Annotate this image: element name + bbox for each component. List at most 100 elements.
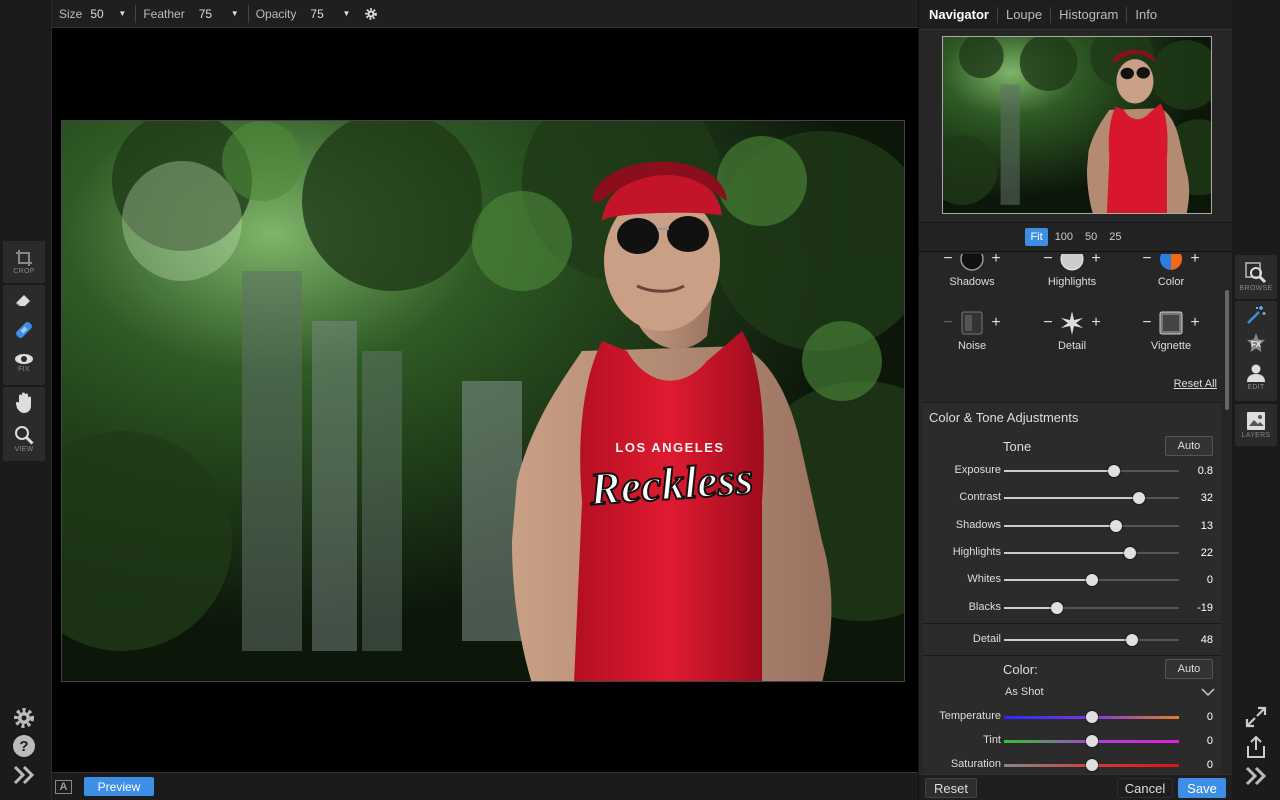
eye-tool-button[interactable]: FIX bbox=[3, 345, 45, 381]
preset-color[interactable]: − + Color bbox=[1126, 254, 1216, 288]
hand-tool-button[interactable] bbox=[3, 387, 45, 419]
collapse-right-button[interactable] bbox=[1235, 763, 1277, 789]
color-tone-section: Color & Tone Adjustments Tone Auto Expos… bbox=[923, 402, 1221, 774]
reset-button[interactable]: Reset bbox=[925, 778, 977, 798]
size-dropdown[interactable]: 50 ▼ bbox=[90, 7, 126, 21]
section-title: Color & Tone Adjustments bbox=[929, 410, 1079, 425]
expand-left-button[interactable] bbox=[3, 762, 45, 788]
plus-icon[interactable]: + bbox=[988, 254, 1004, 268]
fx-button[interactable]: FX bbox=[1235, 329, 1277, 357]
plus-icon[interactable]: + bbox=[1088, 314, 1104, 332]
right-tool-strip: BROWSE FX EDIT LAYERS bbox=[1232, 0, 1280, 800]
slider-label: Tint bbox=[983, 734, 1001, 746]
plus-icon[interactable]: + bbox=[1187, 254, 1203, 268]
adjust-button[interactable] bbox=[1235, 301, 1277, 329]
preset-detail[interactable]: − + Detail bbox=[1027, 308, 1117, 352]
blacks-slider-track[interactable] bbox=[1004, 601, 1179, 614]
preset-highlights[interactable]: − + Highlights bbox=[1027, 254, 1117, 288]
size-value: 50 bbox=[90, 6, 104, 21]
cancel-button[interactable]: Cancel bbox=[1117, 778, 1173, 798]
minus-icon[interactable]: − bbox=[1040, 254, 1056, 268]
view-tool-label: VIEW bbox=[14, 446, 34, 453]
plus-icon[interactable]: + bbox=[988, 314, 1004, 332]
whites-slider-track[interactable] bbox=[1004, 574, 1179, 587]
tab-info[interactable]: Info bbox=[1127, 7, 1165, 22]
brush-settings-button[interactable] bbox=[364, 7, 378, 21]
left-tool-strip: CROP FIX VIEW ? bbox=[0, 0, 52, 800]
toolbar-divider bbox=[247, 4, 249, 23]
temperature-slider-track[interactable] bbox=[1004, 711, 1179, 723]
color-heading: Color: bbox=[1003, 662, 1038, 677]
slider-row-highlights: Highlights 22 bbox=[923, 543, 1221, 563]
share-button[interactable] bbox=[1235, 734, 1277, 760]
slider-value: 0 bbox=[1206, 711, 1213, 723]
shadows-slider-track[interactable] bbox=[1004, 519, 1179, 532]
navigator-thumbnail[interactable] bbox=[942, 36, 1212, 214]
tone-auto-button[interactable]: Auto bbox=[1165, 436, 1213, 456]
contrast-slider-track[interactable] bbox=[1004, 492, 1179, 505]
slider-knob[interactable] bbox=[1085, 711, 1098, 723]
magnifier-icon bbox=[15, 426, 34, 445]
minus-icon[interactable]: − bbox=[940, 254, 956, 268]
exposure-slider-track[interactable] bbox=[1004, 465, 1179, 477]
zoom-100-button[interactable]: 100 bbox=[1050, 228, 1078, 246]
crop-tool-button[interactable]: CROP bbox=[3, 241, 45, 283]
plus-icon[interactable]: + bbox=[1088, 254, 1104, 268]
detail-slider-track[interactable] bbox=[1004, 634, 1179, 646]
slider-knob[interactable] bbox=[1124, 546, 1136, 559]
slider-knob[interactable] bbox=[1108, 465, 1121, 477]
white-balance-dropdown[interactable]: As Shot bbox=[923, 683, 1221, 703]
browse-button[interactable]: BROWSE bbox=[1235, 255, 1277, 299]
slider-knob[interactable] bbox=[1125, 634, 1138, 646]
fullscreen-button[interactable] bbox=[1235, 705, 1277, 729]
plus-icon[interactable]: + bbox=[1187, 314, 1203, 332]
save-button[interactable]: Save bbox=[1178, 778, 1226, 798]
saturation-slider-track[interactable] bbox=[1004, 759, 1179, 771]
slider-knob[interactable] bbox=[1085, 759, 1098, 771]
feather-value: 75 bbox=[198, 6, 213, 21]
image-canvas[interactable]: LOS ANGELES Reckless bbox=[52, 29, 918, 772]
slider-knob[interactable] bbox=[1085, 735, 1098, 747]
tab-loupe[interactable]: Loupe bbox=[998, 7, 1050, 22]
adjustments-scroll-area[interactable]: − + Shadows − + Highlights − + Color − +… bbox=[923, 254, 1221, 774]
preview-button[interactable]: Preview bbox=[84, 777, 154, 796]
minus-icon[interactable]: − bbox=[940, 314, 956, 332]
reset-all-link[interactable]: Reset All bbox=[1174, 378, 1217, 390]
minus-icon[interactable]: − bbox=[1139, 314, 1155, 332]
preset-noise[interactable]: − + Noise bbox=[927, 308, 1017, 352]
highlights-slider-track[interactable] bbox=[1004, 546, 1179, 559]
opacity-dropdown[interactable]: 75 ▼ bbox=[310, 7, 350, 21]
size-label: Size bbox=[59, 6, 83, 21]
zoom-fit-button[interactable]: Fit bbox=[1025, 228, 1048, 246]
slider-value: 22 bbox=[1200, 546, 1213, 559]
color-auto-button[interactable]: Auto bbox=[1165, 659, 1213, 679]
slider-knob[interactable] bbox=[1085, 574, 1098, 587]
help-button[interactable]: ? bbox=[3, 733, 45, 759]
tab-histogram[interactable]: Histogram bbox=[1051, 7, 1126, 22]
panel-scrollbar[interactable] bbox=[1225, 290, 1229, 410]
auto-badge[interactable]: A bbox=[55, 779, 72, 794]
photo[interactable]: LOS ANGELES Reckless bbox=[61, 120, 905, 682]
slider-knob[interactable] bbox=[1050, 601, 1063, 614]
preset-row-1: − + Shadows − + Highlights − + Color bbox=[923, 254, 1221, 308]
minus-icon[interactable]: − bbox=[1139, 254, 1155, 268]
minus-icon[interactable]: − bbox=[1040, 314, 1056, 332]
zoom-tool-button[interactable]: VIEW bbox=[3, 419, 45, 459]
zoom-50-button[interactable]: 50 bbox=[1080, 228, 1102, 246]
zoom-25-button[interactable]: 25 bbox=[1104, 228, 1126, 246]
edit-button[interactable]: EDIT bbox=[1235, 357, 1277, 397]
bandage-tool-button[interactable] bbox=[3, 315, 45, 345]
tint-slider-track[interactable] bbox=[1004, 735, 1179, 747]
layers-button[interactable]: LAYERS bbox=[1235, 404, 1277, 446]
slider-knob[interactable] bbox=[1110, 519, 1122, 532]
preset-shadows[interactable]: − + Shadows bbox=[927, 254, 1017, 288]
feather-dropdown[interactable]: 75 ▼ bbox=[199, 7, 239, 21]
slider-row-shadows: Shadows 13 bbox=[923, 516, 1221, 536]
settings-button[interactable] bbox=[3, 705, 45, 731]
eraser-tool-button[interactable] bbox=[3, 285, 45, 315]
slider-knob[interactable] bbox=[1132, 492, 1145, 505]
preset-vignette[interactable]: − + Vignette bbox=[1126, 308, 1216, 352]
section-divider bbox=[923, 623, 1221, 624]
toolbar-divider bbox=[135, 4, 137, 23]
tab-navigator[interactable]: Navigator bbox=[921, 7, 997, 22]
